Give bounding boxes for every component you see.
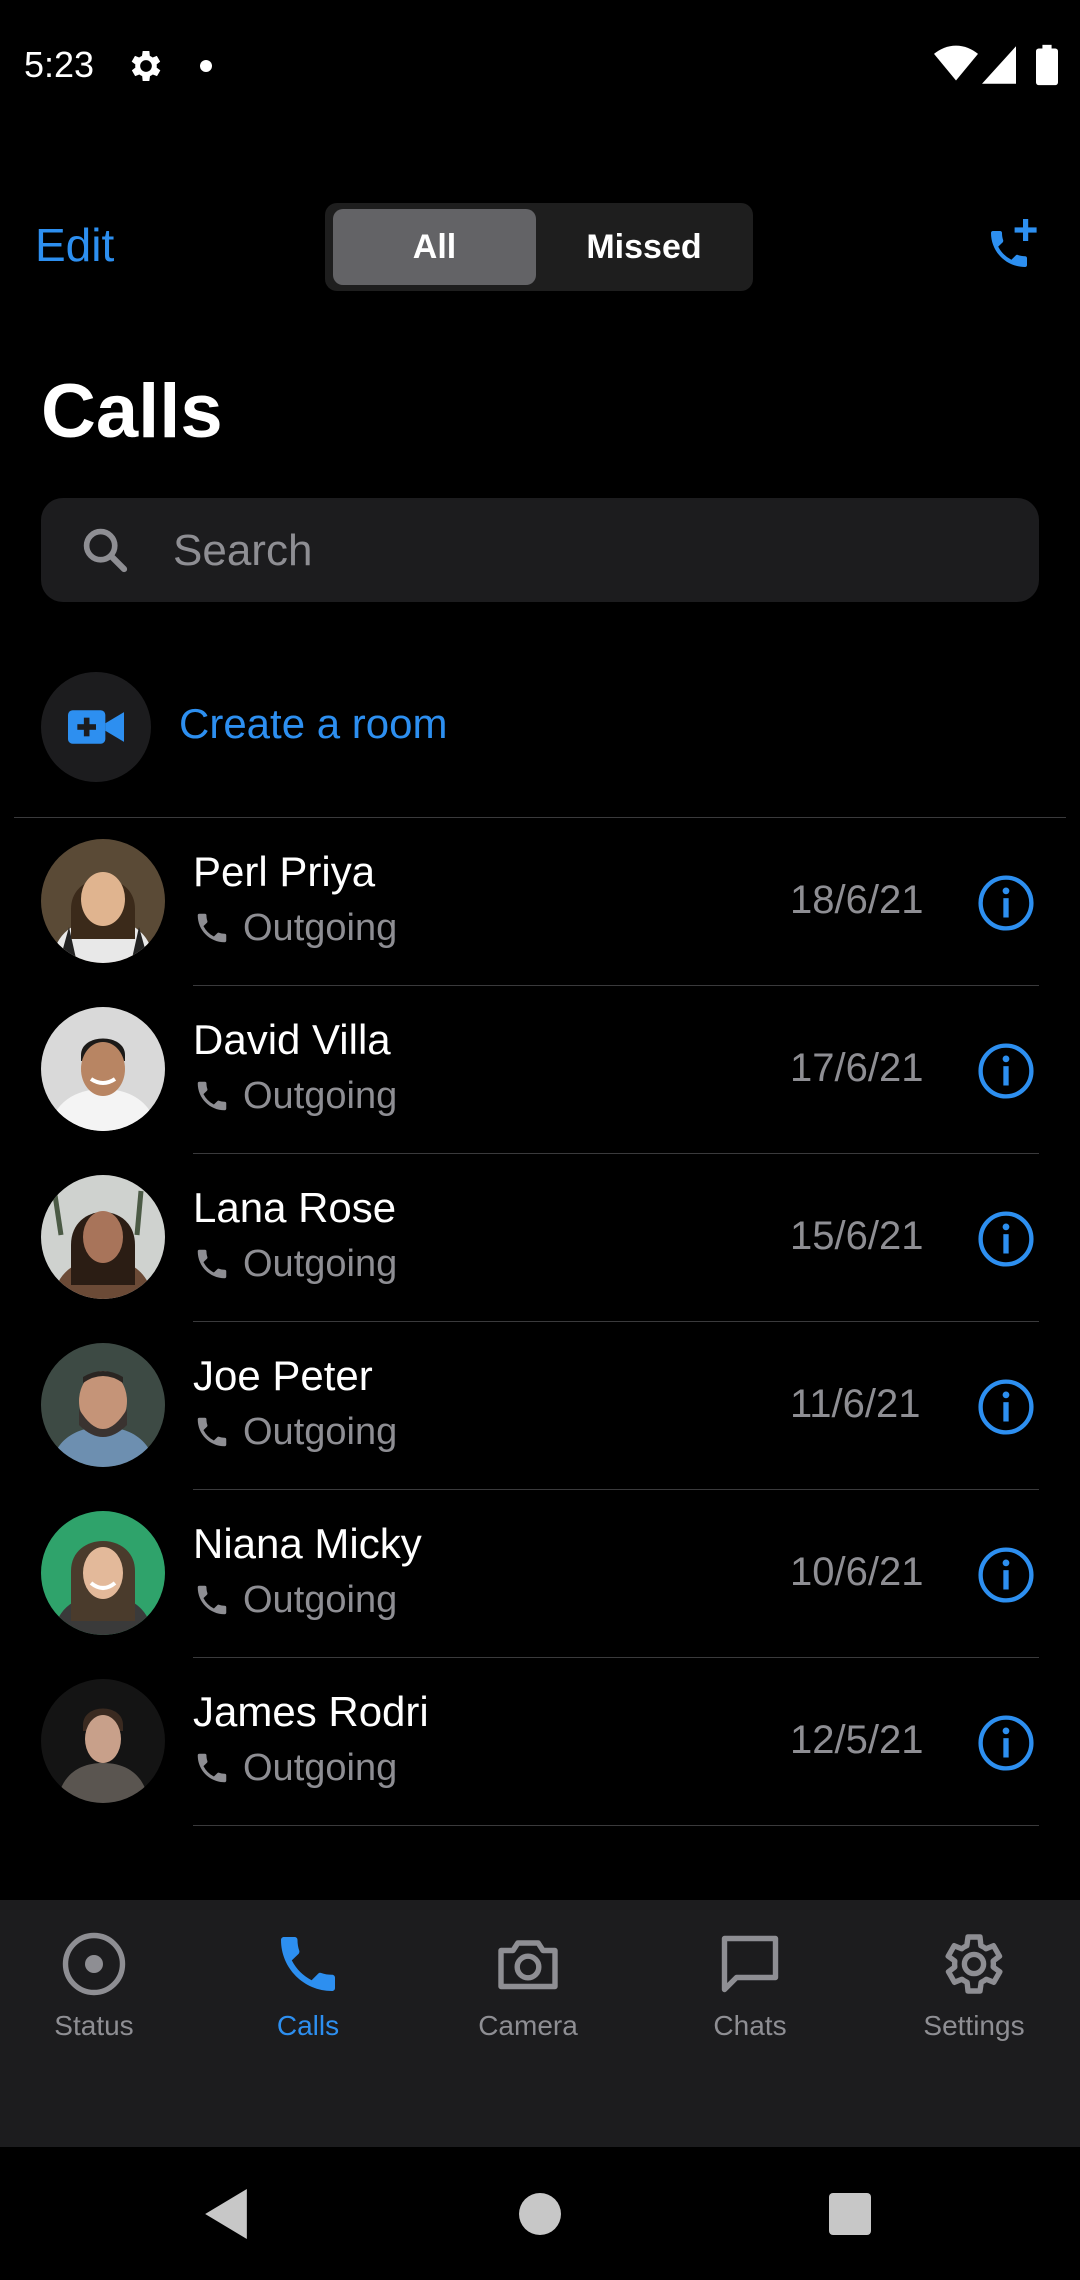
call-type: Outgoing: [243, 1746, 398, 1789]
calls-screen: 5:23 Edit All Missed Calls Search Create…: [0, 0, 1080, 2280]
avatar: [41, 1511, 165, 1635]
avatar: [41, 839, 165, 963]
info-icon[interactable]: [977, 1546, 1035, 1604]
back-icon[interactable]: [204, 2189, 248, 2239]
avatar-image: [41, 1511, 165, 1635]
notification-dot-icon: [200, 60, 212, 72]
status-bar: 5:23: [0, 0, 1080, 130]
avatar-image: [41, 1679, 165, 1803]
tab-label: Calls: [276, 2010, 340, 2041]
create-room-icon-circle: [41, 672, 151, 782]
call-status: Outgoing: [193, 1410, 397, 1454]
phone-icon: [197, 913, 227, 943]
call-filter-segmented-control: All Missed: [325, 203, 753, 291]
row-divider: [193, 1825, 1039, 1826]
contact-name: James Rodri: [193, 1688, 429, 1735]
call-row[interactable]: Niana Micky Outgoing 10/6/21: [0, 1490, 1080, 1658]
status-time: 5:23: [24, 44, 95, 85]
avatar-image: [41, 1007, 165, 1131]
call-status: Outgoing: [193, 1746, 397, 1790]
call-date: 17/6/21: [790, 1046, 924, 1090]
video-add-icon: [68, 710, 124, 744]
call-row[interactable]: James Rodri Outgoing 12/5/21: [0, 1658, 1080, 1826]
signal-icon: [982, 46, 1016, 84]
call-row[interactable]: Perl Priya Outgoing 18/6/21: [0, 818, 1080, 986]
avatar: [41, 1343, 165, 1467]
call-type: Outgoing: [243, 1074, 398, 1117]
phone-icon: [197, 1753, 227, 1783]
call-type: Outgoing: [243, 1242, 398, 1285]
info-icon[interactable]: [977, 874, 1035, 932]
chat-icon: [721, 1935, 779, 1993]
system-navigation-bar: [0, 2147, 1080, 2280]
avatar-image: [41, 1175, 165, 1299]
call-status: Outgoing: [193, 1242, 397, 1286]
search-input[interactable]: [171, 498, 1015, 604]
call-row[interactable]: Joe Peter Outgoing 11/6/21: [0, 1322, 1080, 1490]
phone-icon: [197, 1081, 227, 1111]
phone-icon: [281, 1937, 335, 1991]
info-icon[interactable]: [977, 1714, 1035, 1772]
call-status: Outgoing: [193, 906, 397, 950]
contact-name: David Villa: [193, 1016, 391, 1063]
call-status: Outgoing: [193, 1578, 397, 1622]
avatar-image: [41, 1343, 165, 1467]
phone-icon: [197, 1585, 227, 1615]
info-icon[interactable]: [977, 1210, 1035, 1268]
battery-icon: [1036, 44, 1058, 86]
info-icon[interactable]: [977, 1042, 1035, 1100]
phone-icon: [197, 1417, 227, 1447]
tab-label: Status: [54, 2010, 134, 2041]
call-row[interactable]: Lana Rose Outgoing 15/6/21: [0, 1154, 1080, 1322]
call-date: 18/6/21: [790, 878, 924, 922]
create-room-label: Create a room: [179, 700, 448, 747]
home-button[interactable]: [519, 2193, 561, 2235]
create-room-button[interactable]: Create a room: [41, 672, 1041, 782]
call-date: 12/5/21: [790, 1718, 924, 1762]
wifi-icon: [934, 45, 978, 81]
call-date: 10/6/21: [790, 1550, 924, 1594]
tab-camera[interactable]: Camera: [438, 1928, 618, 2068]
contact-name: Perl Priya: [193, 848, 376, 895]
search-icon: [83, 528, 128, 573]
contact-name: Lana Rose: [193, 1184, 397, 1231]
status-icon: [62, 1932, 126, 1996]
tab-label: Camera: [478, 2010, 578, 2041]
avatar: [41, 1175, 165, 1299]
segment-all[interactable]: All: [333, 209, 536, 285]
camera-icon: [498, 1940, 558, 1990]
contact-name: Niana Micky: [193, 1520, 422, 1567]
call-type: Outgoing: [243, 1578, 398, 1621]
avatar: [41, 1679, 165, 1803]
avatar-image: [41, 839, 165, 963]
settings-notification-icon: [131, 51, 161, 81]
tab-settings[interactable]: Settings: [884, 1928, 1064, 2068]
search-bar: [41, 498, 1039, 604]
recents-button[interactable]: [829, 2193, 871, 2235]
phone-icon: [197, 1249, 227, 1279]
gear-icon: [945, 1934, 1003, 1994]
call-type: Outgoing: [243, 906, 398, 949]
info-icon[interactable]: [977, 1378, 1035, 1436]
bottom-tab-bar: Status Calls Camera Chats Settings: [0, 1900, 1080, 2147]
new-call-icon[interactable]: [985, 217, 1041, 273]
tab-calls[interactable]: Calls: [218, 1928, 398, 2068]
tab-label: Settings: [923, 2010, 1025, 2041]
call-status: Outgoing: [193, 1074, 397, 1118]
call-type: Outgoing: [243, 1410, 398, 1453]
call-date: 15/6/21: [790, 1214, 924, 1258]
tab-status[interactable]: Status: [4, 1928, 184, 2068]
tab-label: Chats: [713, 2010, 787, 2041]
segment-missed[interactable]: Missed: [543, 209, 745, 285]
call-date: 11/6/21: [790, 1382, 921, 1426]
page-title: Calls: [41, 369, 223, 454]
call-list: Perl Priya Outgoing 18/6/21 David Villa …: [0, 818, 1080, 1826]
avatar: [41, 1007, 165, 1131]
contact-name: Joe Peter: [193, 1352, 373, 1399]
edit-button[interactable]: Edit: [35, 218, 114, 272]
call-row[interactable]: David Villa Outgoing 17/6/21: [0, 986, 1080, 1154]
tab-chats[interactable]: Chats: [660, 1928, 840, 2068]
